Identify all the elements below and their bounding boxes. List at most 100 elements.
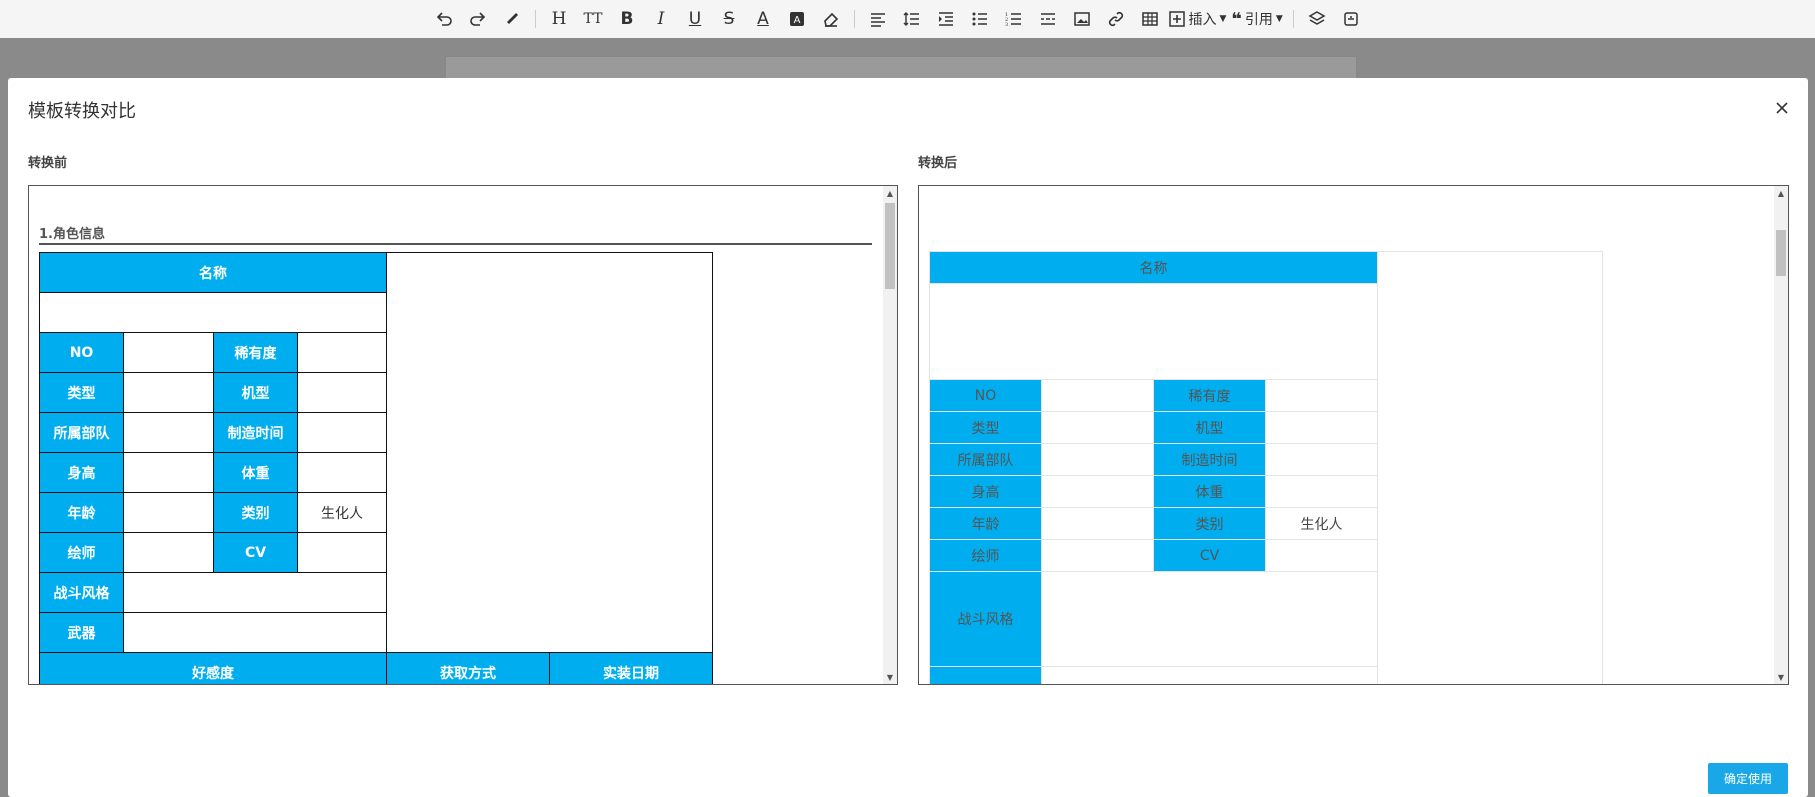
heading-icon[interactable]: H	[542, 6, 576, 32]
chevron-down-icon: ▼	[1275, 14, 1283, 24]
eraser-icon[interactable]	[814, 6, 848, 32]
table-cell	[123, 612, 387, 653]
svg-text:3: 3	[1005, 22, 1008, 28]
confirm-use-button[interactable]: 确定使用	[1708, 763, 1788, 794]
line-height-icon[interactable]	[895, 6, 929, 32]
table-cell	[297, 372, 387, 413]
table-cell: 年龄	[929, 507, 1042, 540]
table-cell: 所属部队	[929, 443, 1042, 476]
name-value-cell	[39, 292, 387, 333]
table-cell: 稀有度	[1153, 379, 1266, 412]
table-cell	[1265, 411, 1378, 444]
scrollbar-thumb[interactable]	[885, 203, 895, 289]
table-cell	[297, 452, 387, 493]
before-info-table: 名称 NO 稀有度 类型 机型 所属部队 制造时间 身高 体重 年龄 类别 生化…	[39, 252, 713, 684]
link-icon[interactable]	[1099, 6, 1133, 32]
table-cell	[123, 532, 214, 573]
template-icon[interactable]	[1334, 6, 1368, 32]
table-cell	[123, 572, 387, 613]
table-cell: 制造时间	[1153, 443, 1266, 476]
image-cell	[1377, 251, 1603, 684]
image-icon[interactable]	[1065, 6, 1099, 32]
quote-dropdown[interactable]: ❝ 引用 ▼	[1227, 6, 1287, 32]
table-cell: 机型	[1153, 411, 1266, 444]
layers-icon[interactable]	[1300, 6, 1334, 32]
font-color-icon[interactable]: A	[746, 6, 780, 32]
strikethrough-icon[interactable]: S	[712, 6, 746, 32]
insert-label: 插入	[1188, 12, 1217, 28]
before-preview-panel[interactable]: 1.角色信息 名称 NO 稀有度 类型 机型 所属部队 制造时间 身高 体重 年…	[28, 185, 898, 685]
table-cell	[1265, 539, 1378, 572]
bold-icon[interactable]: B	[610, 6, 644, 32]
font-size-icon[interactable]: TT	[576, 6, 610, 32]
release-date-header: 实装日期	[549, 652, 713, 684]
weapon-header: 武器	[39, 612, 124, 653]
close-icon[interactable]	[1772, 98, 1792, 118]
table-cell	[1265, 443, 1378, 476]
redo-icon[interactable]	[461, 6, 495, 32]
table-cell	[929, 666, 1042, 684]
table-cell	[1041, 475, 1154, 508]
table-cell	[1041, 571, 1378, 667]
scrollbar-thumb[interactable]	[1776, 230, 1786, 276]
after-scrollbar[interactable]: ▲ ▼	[1774, 186, 1788, 684]
after-label: 转换后	[918, 156, 958, 171]
bullet-list-icon[interactable]	[963, 6, 997, 32]
table-cell	[297, 532, 387, 573]
table-cell	[1265, 475, 1378, 508]
table-cell: 身高	[39, 452, 124, 493]
insert-dropdown[interactable]: 插入 ▼	[1167, 6, 1227, 32]
table-cell: 绘师	[39, 532, 124, 573]
scroll-down-icon[interactable]: ▼	[1774, 670, 1788, 684]
table-cell	[297, 332, 387, 373]
undo-icon[interactable]	[427, 6, 461, 32]
table-cell: NO	[929, 379, 1042, 412]
table-cell	[1041, 539, 1154, 572]
chevron-down-icon: ▼	[1219, 14, 1227, 24]
modal-title: 模板转换对比	[28, 101, 136, 122]
plus-box-icon	[1168, 11, 1185, 27]
background-color-icon[interactable]: A	[780, 6, 814, 32]
toolbar-divider	[535, 10, 536, 28]
svg-text:A: A	[794, 15, 801, 26]
scroll-down-icon[interactable]: ▼	[883, 670, 897, 684]
table-cell	[1041, 411, 1154, 444]
table-cell: 所属部队	[39, 412, 124, 453]
table-cell: 类别	[1153, 507, 1266, 540]
table-cell	[123, 372, 214, 413]
underline-icon[interactable]: U	[678, 6, 712, 32]
obtain-header: 获取方式	[386, 652, 550, 684]
section-title: 1.角色信息	[39, 227, 105, 242]
scroll-up-icon[interactable]: ▲	[883, 186, 897, 200]
table-cell: NO	[39, 332, 124, 373]
table-cell: 体重	[213, 452, 298, 493]
table-cell	[123, 332, 214, 373]
template-compare-modal: 模板转换对比 转换前 转换后 1.角色信息 名称 NO 稀有度 类型 机型 所属…	[8, 78, 1808, 797]
table-icon[interactable]	[1133, 6, 1167, 32]
name-header: 名称	[929, 251, 1378, 284]
table-cell: 年龄	[39, 492, 124, 533]
table-cell: 身高	[929, 475, 1042, 508]
table-cell	[1041, 666, 1378, 684]
image-cell	[386, 252, 713, 653]
table-cell: 类别	[213, 492, 298, 533]
table-row: 名称	[929, 251, 1603, 684]
favor-header: 好感度	[39, 652, 387, 684]
after-preview-panel[interactable]: 名称 NO 稀有度 类型 机型 所属部队 制造时间 身高 体重 年龄 类别 生化…	[918, 185, 1789, 685]
editor-toolbar: H TT B I U S A A 123 插入 ▼ ❝ 引用 ▼	[0, 0, 1815, 38]
before-scrollbar[interactable]: ▲ ▼	[883, 186, 897, 684]
table-cell	[1041, 443, 1154, 476]
toolbar-divider	[1293, 10, 1294, 28]
table-cell	[123, 492, 214, 533]
quote-label: 引用	[1244, 12, 1273, 28]
numbered-list-icon[interactable]: 123	[997, 6, 1031, 32]
toolbar-divider	[854, 10, 855, 28]
format-painter-icon[interactable]	[495, 6, 529, 32]
scroll-up-icon[interactable]: ▲	[1774, 186, 1788, 200]
table-cell: 绘师	[929, 539, 1042, 572]
indent-icon[interactable]	[929, 6, 963, 32]
table-cell: 类型	[39, 372, 124, 413]
italic-icon[interactable]: I	[644, 6, 678, 32]
align-left-icon[interactable]	[861, 6, 895, 32]
divider-line-icon[interactable]	[1031, 6, 1065, 32]
